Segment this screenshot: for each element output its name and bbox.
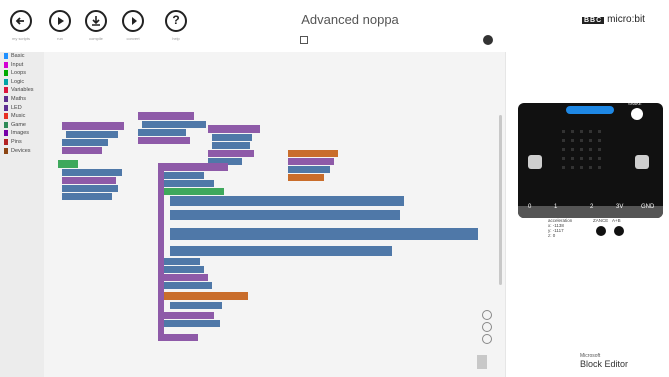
zoom-out-icon[interactable]	[482, 334, 492, 344]
bbc-logo: BBC	[582, 17, 605, 24]
pin-1[interactable]: 1	[554, 204, 557, 210]
pin-button-label-1: ZANCE	[593, 218, 609, 223]
main-script[interactable]	[158, 163, 478, 341]
board-accent	[566, 106, 614, 114]
button-b[interactable]	[635, 155, 649, 169]
zoom-in-icon[interactable]	[482, 322, 492, 332]
led-matrix	[560, 128, 604, 172]
product-name: Block Editor	[580, 359, 629, 369]
pin-2[interactable]: 2	[590, 204, 593, 210]
pin-gnd: GND	[641, 204, 655, 210]
pin-3v: 3V	[616, 204, 624, 210]
pin-button-2[interactable]	[614, 226, 624, 236]
shake-button[interactable]	[631, 108, 643, 120]
pin-button-1[interactable]	[596, 226, 606, 236]
block-group-1[interactable]	[62, 122, 124, 154]
pin-0[interactable]: 0	[528, 204, 531, 210]
block-editor-logo: Microsoft Block Editor	[580, 353, 628, 369]
button-a[interactable]	[528, 155, 542, 169]
block-group-4[interactable]	[288, 150, 338, 181]
pin-button-label-2: A+B	[612, 218, 621, 223]
code-blocks[interactable]	[0, 0, 505, 377]
accelerometer-readout: acceleration x: -1138 y: -1117 z: 0	[548, 218, 572, 238]
microbit-logo: micro:bit	[607, 14, 645, 25]
block-group-5[interactable]	[58, 160, 122, 200]
workspace-scrollbar[interactable]	[499, 115, 502, 285]
brand-logo: BBC micro:bit	[582, 14, 645, 25]
accel-z: z: 0	[548, 233, 556, 238]
shake-label: SHAKE	[628, 101, 642, 106]
block-group-2[interactable]	[138, 112, 206, 144]
block-group-3[interactable]	[208, 125, 260, 165]
trash-icon[interactable]	[477, 355, 487, 369]
zoom-reset-icon[interactable]	[482, 310, 492, 320]
